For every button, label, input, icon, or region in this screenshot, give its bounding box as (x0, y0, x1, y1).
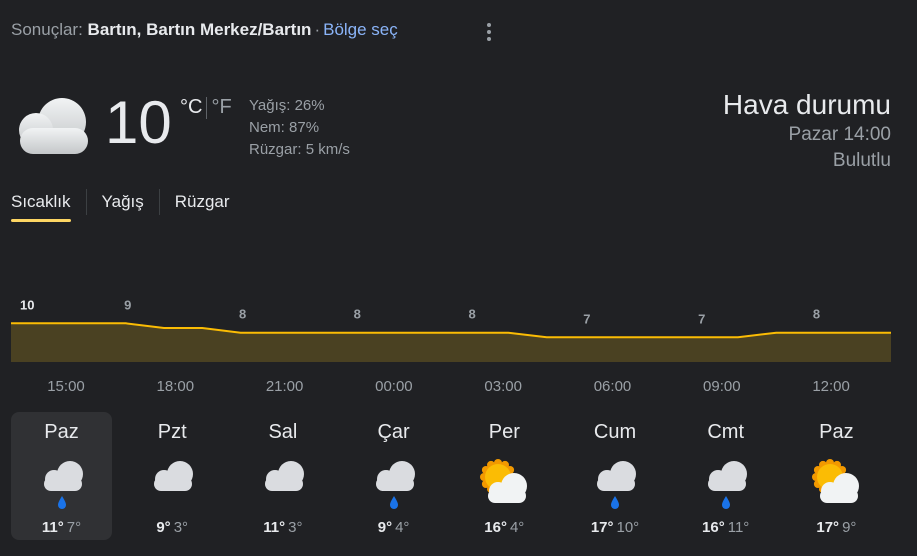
day-card[interactable]: Paz 11° 7° (11, 412, 112, 540)
hour-axis: 15:00 18:00 21:00 00:00 03:00 06:00 09:00 12:00 (0, 378, 917, 398)
temperature-data-label: 8 (813, 307, 820, 322)
low-temp: 10° (616, 519, 640, 536)
day-card[interactable]: Cmt 16° 11° (675, 412, 776, 540)
hour-label: 15:00 (47, 378, 85, 395)
high-temp: 16° (484, 519, 507, 536)
day-temps: 9° 3° (122, 519, 223, 536)
wind-text: Rüzgar: 5 km/s (249, 141, 350, 158)
unit-switcher: °C °F (180, 96, 232, 119)
high-temp: 11° (263, 519, 286, 536)
day-name: Cmt (707, 421, 745, 443)
weather-condition: Bulutlu (832, 150, 891, 171)
partly-cloudy-icon (812, 459, 860, 503)
celsius-toggle[interactable]: °C (180, 96, 202, 119)
day-name: Pzt (157, 421, 187, 443)
unit-divider (206, 96, 208, 119)
cloud-rain-icon (597, 461, 636, 509)
day-name: Cum (593, 421, 637, 443)
cloud-rain-icon (707, 461, 747, 509)
cloud-rain-icon (43, 461, 83, 509)
day-name: Paz (44, 421, 79, 443)
day-card[interactable]: Pzt 9° 3° (122, 412, 223, 540)
daily-forecast: Paz 11° 7° Pzt 9° 3° Sal 11° 3° Çar 9° 4° Per 16° 4° Cu… (11, 412, 891, 540)
hour-label: 06:00 (593, 378, 632, 395)
low-temp: 11° (727, 519, 750, 536)
high-temp: 9° (377, 519, 393, 536)
metric-tabs: Sıcaklık Yağış Rüzgar (11, 188, 230, 222)
day-temps: 17° 10° (565, 519, 666, 536)
choose-region-link[interactable]: Bölge seç (323, 20, 398, 39)
day-temps: 16° 4° (454, 519, 555, 536)
separator-dot: · (314, 20, 321, 39)
day-temps: 17° 9° (786, 519, 887, 536)
low-temp: 7° (66, 519, 82, 536)
weather-title: Hava durumu (722, 89, 891, 120)
tab-precipitation[interactable]: Yağış (102, 188, 144, 222)
day-name: Sal (268, 421, 298, 443)
hour-label: 18:00 (156, 378, 195, 395)
precipitation-text: Yağış: 26% (249, 97, 325, 114)
fahrenheit-toggle[interactable]: °F (211, 96, 231, 119)
temperature-data-label: 9 (124, 297, 131, 312)
hour-label: 21:00 (265, 378, 304, 395)
cloudy-icon (264, 461, 304, 491)
day-temps: 9° 4° (343, 519, 444, 536)
low-temp: 3° (173, 519, 189, 536)
weather-details: Yağış: 26% Nem: 87% Rüzgar: 5 km/s (249, 95, 350, 161)
temperature-data-label: 10 (20, 297, 34, 312)
weather-time: Pazar 14:00 (788, 124, 891, 145)
temperature-chart: 10 9 8 8 8 7 7 8 (11, 297, 891, 362)
day-card[interactable]: Çar 9° 4° (343, 412, 444, 540)
day-card[interactable]: Sal 11° 3° (232, 412, 333, 540)
location-name: Bartın, Bartın Merkez/Bartın (87, 20, 312, 39)
hour-label: 00:00 (375, 378, 413, 395)
high-temp: 16° (702, 519, 725, 536)
current-temperature: 10 (105, 89, 172, 156)
hour-label: 12:00 (812, 378, 850, 395)
high-temp: 17° (816, 519, 840, 536)
day-card[interactable]: Per 16° 4° (454, 412, 555, 540)
high-temp: 11° (41, 519, 64, 536)
more-options-icon[interactable] (478, 18, 500, 46)
day-temps: 16° 11° (675, 519, 776, 536)
low-temp: 9° (842, 519, 857, 536)
high-temp: 9° (156, 519, 171, 536)
results-location-line: Sonuçlar: Bartın, Bartın Merkez/Bartın · B… (11, 20, 398, 40)
weather-summary: Hava durumu Pazar 14:00 Bulutlu (723, 88, 891, 174)
day-temps: 11° 7° (11, 519, 112, 536)
day-name: Çar (377, 421, 410, 443)
cloudy-icon (19, 98, 88, 154)
tab-divider (158, 189, 160, 215)
partly-cloudy-icon (480, 459, 528, 503)
day-card[interactable]: Paz 17° 9° (786, 412, 887, 540)
temperature-area (11, 323, 891, 362)
temperature-data-label: 7 (698, 311, 705, 326)
day-temps: 11° 3° (232, 519, 333, 536)
temperature-data-label: 8 (468, 307, 475, 322)
day-name: Paz (819, 421, 854, 443)
low-temp: 4° (395, 519, 410, 536)
day-name: Per (488, 421, 520, 443)
cloudy-icon (154, 461, 194, 491)
tab-wind[interactable]: Rüzgar (175, 188, 230, 222)
low-temp: 3° (288, 519, 303, 536)
tab-divider (85, 189, 87, 215)
low-temp: 4° (509, 519, 525, 536)
humidity-text: Nem: 87% (249, 119, 320, 136)
hour-label: 09:00 (703, 378, 741, 395)
results-prefix: Sonuçlar: (11, 20, 88, 39)
temperature-data-label: 8 (354, 307, 361, 322)
temperature-data-label: 7 (583, 311, 590, 326)
tab-temperature[interactable]: Sıcaklık (11, 188, 71, 222)
day-card[interactable]: Cum 17° 10° (565, 412, 666, 540)
cloud-rain-icon (375, 461, 415, 509)
high-temp: 17° (590, 519, 614, 536)
temperature-data-label: 8 (239, 307, 246, 322)
hour-label: 03:00 (484, 378, 522, 395)
